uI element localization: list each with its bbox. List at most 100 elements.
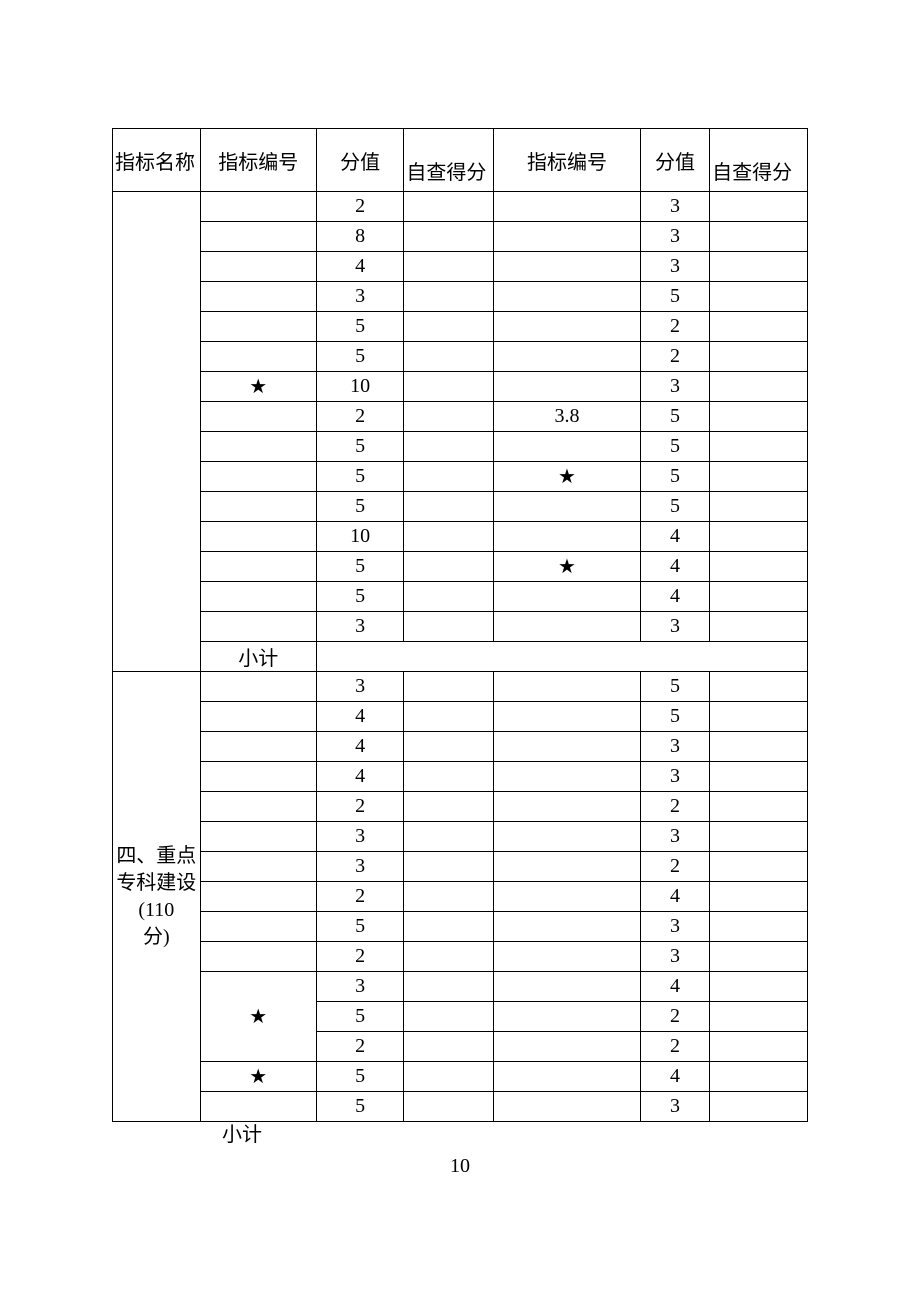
s2-score-b-13: 4 [640, 1062, 709, 1092]
s1-self-a-0 [404, 192, 494, 222]
s1-self-a-10 [404, 492, 494, 522]
s1-score-a-6: 10 [316, 372, 404, 402]
s1-code-a-8 [200, 432, 316, 462]
s2-score-b-1: 5 [640, 702, 709, 732]
s1-score-a-7: 2 [316, 402, 404, 432]
s2-code-b-0 [494, 672, 641, 702]
section1-name [113, 192, 201, 672]
s2-self-a-7 [404, 882, 494, 912]
s1-self-a-12 [404, 552, 494, 582]
s2-score-b-2: 3 [640, 732, 709, 762]
s2-score-a-4: 2 [316, 792, 404, 822]
s2-score-a-0: 3 [316, 672, 404, 702]
s2-self-b-10 [710, 972, 808, 1002]
s1-self-b-3 [710, 282, 808, 312]
s2-code-a-8 [200, 912, 316, 942]
s1-code-a-9 [200, 462, 316, 492]
s1-score-b-2: 3 [640, 252, 709, 282]
s1-code-b-6 [494, 372, 641, 402]
s1-code-b-5 [494, 342, 641, 372]
s2-self-b-4 [710, 792, 808, 822]
s2-code-a-0 [200, 672, 316, 702]
s1-self-a-5 [404, 342, 494, 372]
s1-code-b-14 [494, 612, 641, 642]
s1-subtotal-span [316, 642, 807, 672]
s2-score-a-7: 2 [316, 882, 404, 912]
s1-code-b-10 [494, 492, 641, 522]
s2-self-b-2 [710, 732, 808, 762]
header-c7: 自查得分 [710, 129, 808, 192]
s2-code-b-2 [494, 732, 641, 762]
s1-self-b-4 [710, 312, 808, 342]
s2-self-a-10 [404, 972, 494, 1002]
s2-code-b-10 [494, 972, 641, 1002]
s2-code-a-2 [200, 732, 316, 762]
s2-code-a-13: ★ [200, 1062, 316, 1092]
s1-subtotal-label: 小计 [200, 642, 316, 672]
header-c1: 指标名称 [113, 129, 201, 192]
s2-self-b-7 [710, 882, 808, 912]
s2-self-a-14 [404, 1092, 494, 1122]
s1-code-b-13 [494, 582, 641, 612]
s2-self-b-5 [710, 822, 808, 852]
s2-score-b-3: 3 [640, 762, 709, 792]
s1-code-b-9: ★ [494, 462, 641, 492]
s1-score-b-7: 5 [640, 402, 709, 432]
s1-self-b-7 [710, 402, 808, 432]
s2-self-a-0 [404, 672, 494, 702]
s2-score-a-2: 4 [316, 732, 404, 762]
s2-score-b-12: 2 [640, 1032, 709, 1062]
s2-self-b-6 [710, 852, 808, 882]
hanging-subtotal: 小计 [222, 1118, 262, 1147]
s2-self-b-13 [710, 1062, 808, 1092]
s1-score-a-5: 5 [316, 342, 404, 372]
s1-score-a-1: 8 [316, 222, 404, 252]
s1-score-a-10: 5 [316, 492, 404, 522]
s2-self-b-11 [710, 1002, 808, 1032]
s2-code-b-6 [494, 852, 641, 882]
s1-self-a-7 [404, 402, 494, 432]
s1-self-a-9 [404, 462, 494, 492]
s2-code-a-10: ★ [200, 972, 316, 1062]
s2-self-a-6 [404, 852, 494, 882]
s2-code-b-1 [494, 702, 641, 732]
s1-code-b-0 [494, 192, 641, 222]
s2-score-a-1: 4 [316, 702, 404, 732]
s1-code-a-13 [200, 582, 316, 612]
s1-self-a-1 [404, 222, 494, 252]
s2-self-a-4 [404, 792, 494, 822]
s1-score-b-3: 5 [640, 282, 709, 312]
s1-score-b-8: 5 [640, 432, 709, 462]
s2-score-b-14: 3 [640, 1092, 709, 1122]
s1-score-a-2: 4 [316, 252, 404, 282]
s1-score-a-13: 5 [316, 582, 404, 612]
s2-self-b-0 [710, 672, 808, 702]
s2-score-b-8: 3 [640, 912, 709, 942]
s2-self-b-12 [710, 1032, 808, 1062]
s2-score-a-9: 2 [316, 942, 404, 972]
s2-score-a-13: 5 [316, 1062, 404, 1092]
s2-self-b-8 [710, 912, 808, 942]
s2-code-b-3 [494, 762, 641, 792]
s1-score-b-0: 3 [640, 192, 709, 222]
s2-score-a-6: 3 [316, 852, 404, 882]
s1-score-a-14: 3 [316, 612, 404, 642]
header-c6: 分值 [640, 129, 709, 192]
s2-score-b-10: 4 [640, 972, 709, 1002]
s1-score-a-0: 2 [316, 192, 404, 222]
s1-self-a-8 [404, 432, 494, 462]
s1-code-a-5 [200, 342, 316, 372]
s1-self-a-6 [404, 372, 494, 402]
s2-code-b-5 [494, 822, 641, 852]
s2-code-b-9 [494, 942, 641, 972]
section2-name: 四、重点专科建设(110分) [113, 672, 201, 1122]
s2-score-a-14: 5 [316, 1092, 404, 1122]
s1-self-b-8 [710, 432, 808, 462]
s1-code-a-0 [200, 192, 316, 222]
s2-self-a-1 [404, 702, 494, 732]
s2-score-a-12: 2 [316, 1032, 404, 1062]
header-c2: 指标编号 [200, 129, 316, 192]
s1-code-a-10 [200, 492, 316, 522]
s2-self-a-5 [404, 822, 494, 852]
s1-self-b-11 [710, 522, 808, 552]
